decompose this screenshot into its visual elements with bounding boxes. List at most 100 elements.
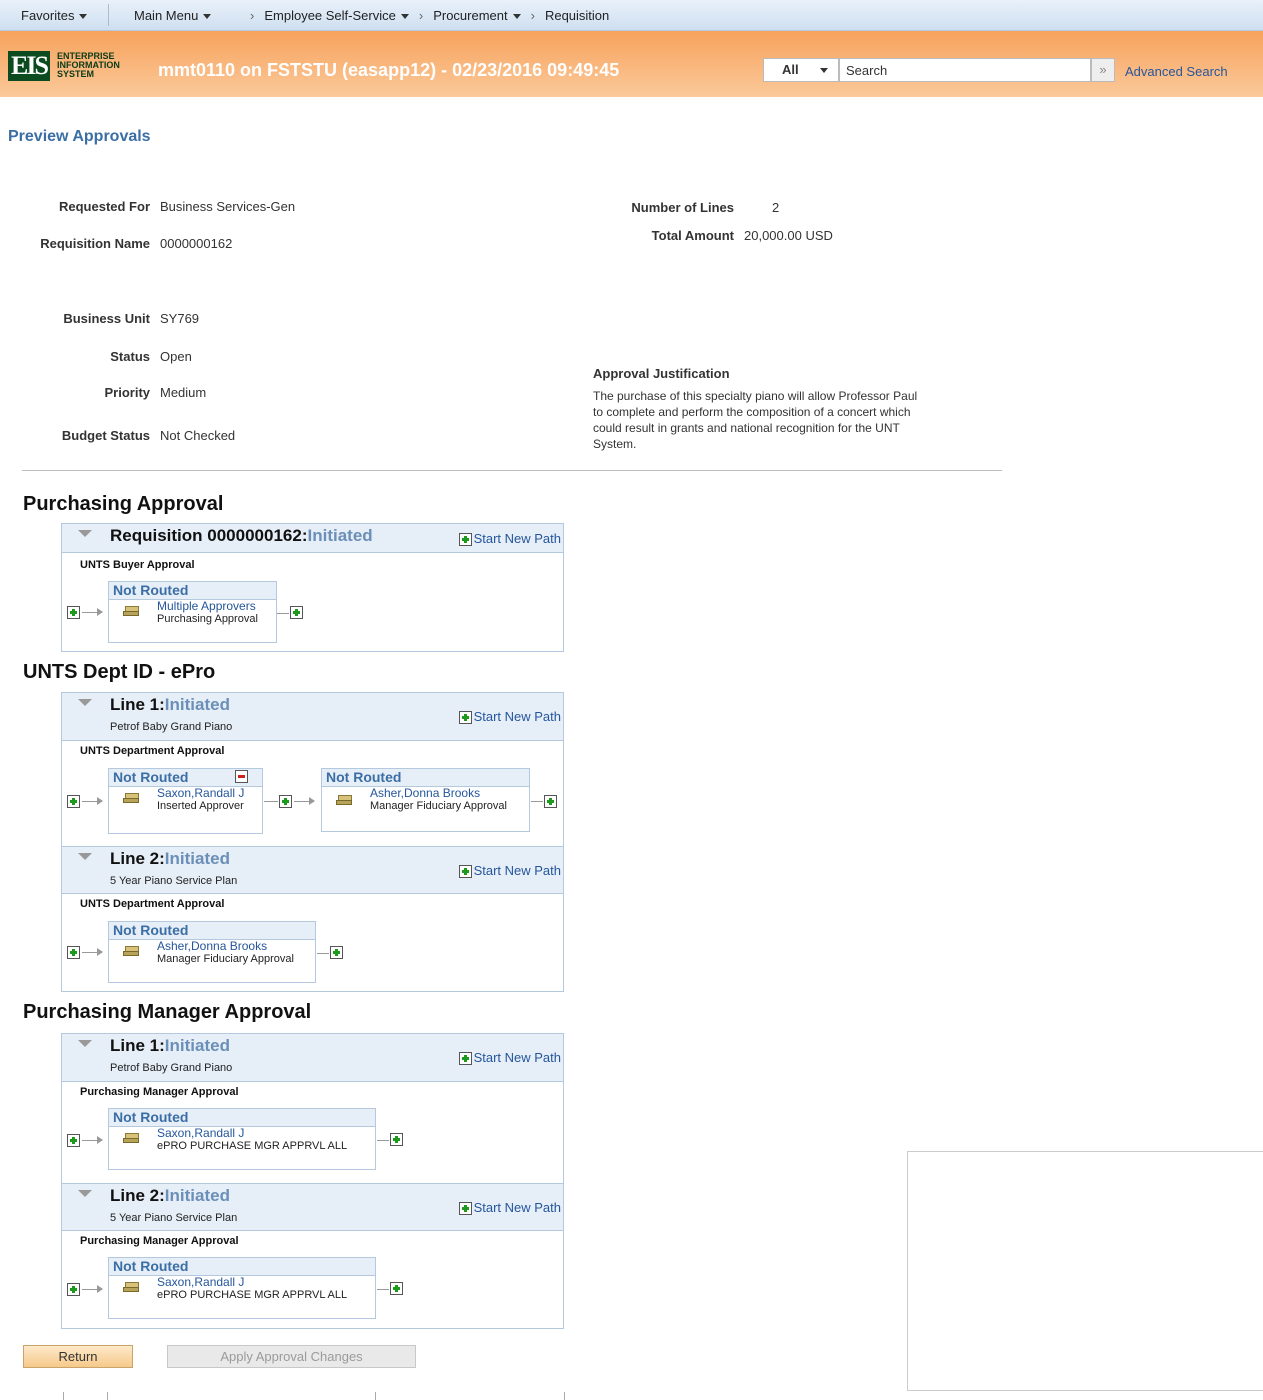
- page-title: Preview Approvals: [8, 128, 151, 145]
- line-description: Petrof Baby Grand Piano: [110, 721, 233, 733]
- arrow-right-icon: [82, 948, 103, 956]
- chevron-down-icon: [79, 14, 88, 20]
- divider: [564, 1392, 565, 1400]
- approval-title-text: Line 2:: [110, 849, 165, 868]
- budget-status-label: Budget Status: [61, 428, 150, 443]
- collapse-triangle-icon[interactable]: [78, 530, 92, 537]
- insert-approver-plus-icon[interactable]: [67, 1134, 80, 1147]
- start-new-path-label: Start New Path: [473, 531, 561, 546]
- inbox-tray-icon: [336, 795, 352, 805]
- approver-link[interactable]: Saxon,Randall J: [157, 1127, 244, 1140]
- approval-box-title: Line 2:Initiated: [110, 849, 230, 869]
- approver-link[interactable]: Asher,Donna Brooks: [370, 787, 480, 800]
- divider: [107, 1392, 108, 1400]
- line-description: 5 Year Piano Service Plan: [110, 875, 238, 887]
- main-menu-label: Main Menu: [134, 8, 199, 23]
- insert-approver-plus-icon[interactable]: [67, 795, 80, 808]
- collapse-triangle-icon[interactable]: [78, 853, 92, 860]
- chevron-down-icon: [512, 14, 521, 20]
- connector-line: [277, 613, 289, 614]
- step-state: Not Routed: [109, 922, 315, 940]
- chevron-down-icon: [203, 14, 212, 20]
- search-scope-select[interactable]: All: [763, 58, 839, 82]
- approver-role: ePRO PURCHASE MGR APPRVL ALL: [157, 1289, 348, 1301]
- stage-label: Purchasing Manager Approval: [80, 1235, 239, 1247]
- plus-icon: [458, 1202, 472, 1216]
- approval-step: Not Routed Saxon,Randall J ePRO PURCHASE…: [108, 1108, 376, 1170]
- breadcrumb-procurement[interactable]: Procurement: [433, 8, 521, 23]
- approval-status: Initiated: [164, 1186, 230, 1205]
- insert-approver-plus-icon[interactable]: [390, 1282, 403, 1295]
- total-amount-value: 20,000.00 USD: [744, 228, 833, 243]
- start-new-path-button[interactable]: Start New Path: [458, 1200, 561, 1216]
- breadcrumb-label: Employee Self-Service: [264, 8, 396, 23]
- apply-approval-changes-button[interactable]: Apply Approval Changes: [167, 1345, 416, 1368]
- approver-link[interactable]: Multiple Approvers: [157, 600, 256, 613]
- insert-approver-plus-icon[interactable]: [67, 1283, 80, 1296]
- breadcrumb-requisition[interactable]: Requisition: [545, 8, 609, 23]
- approval-box-header: Line 1:Initiated Petrof Baby Grand Piano…: [62, 693, 563, 741]
- approval-status: Initiated: [164, 1036, 230, 1055]
- chevron-down-icon: [820, 68, 828, 73]
- breadcrumb: › Employee Self-Service › Procurement › Requi…: [240, 8, 609, 23]
- connector-line: [317, 953, 329, 954]
- requested-for-value: Business Services-Gen: [160, 199, 296, 214]
- inbox-tray-icon: [123, 946, 139, 956]
- start-new-path-label: Start New Path: [473, 1050, 561, 1065]
- insert-approver-plus-icon[interactable]: [544, 795, 557, 808]
- plus-icon: [458, 1052, 472, 1066]
- search-go-button[interactable]: »: [1091, 58, 1115, 82]
- status-label: Status: [110, 349, 150, 364]
- step-state: Not Routed: [109, 1258, 375, 1276]
- collapse-triangle-icon[interactable]: [78, 699, 92, 706]
- approval-box-title: Line 1:Initiated: [110, 1036, 230, 1056]
- connector-line: [377, 1140, 389, 1141]
- step-state: Not Routed: [322, 769, 529, 787]
- approver-link[interactable]: Saxon,Randall J: [157, 1276, 244, 1289]
- start-new-path-button[interactable]: Start New Path: [458, 531, 561, 547]
- insert-approver-plus-icon[interactable]: [67, 946, 80, 959]
- insert-approver-plus-icon[interactable]: [390, 1133, 403, 1146]
- start-new-path-button[interactable]: Start New Path: [458, 709, 561, 725]
- insert-approver-plus-icon[interactable]: [330, 946, 343, 959]
- collapse-triangle-icon[interactable]: [78, 1190, 92, 1197]
- inbox-tray-icon: [123, 793, 139, 803]
- approval-title-text: Line 1:: [110, 695, 165, 714]
- business-unit-value: SY769: [160, 311, 200, 326]
- blank-panel: [907, 1151, 1263, 1391]
- logo-line: SYSTEM: [57, 69, 95, 79]
- header-title: mmt0110 on FSTSTU (easapp12) - 02/23/201…: [158, 60, 620, 80]
- approval-box-title: Requisition 0000000162:Initiated: [110, 526, 373, 546]
- arrow-right-icon: [82, 797, 103, 805]
- approver-link[interactable]: Asher,Donna Brooks: [157, 940, 267, 953]
- main-menu[interactable]: Main Menu: [134, 8, 212, 23]
- requested-for-label: Requested For: [58, 199, 150, 214]
- search-scope-value: All: [782, 62, 799, 77]
- inbox-tray-icon: [123, 606, 139, 616]
- insert-approver-plus-icon[interactable]: [279, 795, 292, 808]
- remove-approver-minus-icon[interactable]: [235, 770, 248, 783]
- divider: [63, 1392, 64, 1400]
- section-title-unts-dept-id: UNTS Dept ID - ePro: [23, 661, 216, 683]
- arrow-right-icon: [82, 608, 103, 616]
- divider: [22, 470, 1002, 471]
- plus-icon: [458, 711, 472, 725]
- approver-role: ePRO PURCHASE MGR APPRVL ALL: [157, 1140, 348, 1152]
- approver-link[interactable]: Saxon,Randall J: [157, 787, 244, 800]
- start-new-path-button[interactable]: Start New Path: [458, 863, 561, 879]
- breadcrumb-employee-self-service[interactable]: Employee Self-Service: [264, 8, 409, 23]
- connector-line: [264, 801, 278, 802]
- return-button[interactable]: Return: [23, 1345, 133, 1368]
- start-new-path-label: Start New Path: [473, 863, 561, 878]
- inbox-tray-icon: [123, 1133, 139, 1143]
- favorites-menu[interactable]: Favorites: [21, 8, 88, 23]
- collapse-triangle-icon[interactable]: [78, 1040, 92, 1047]
- approval-step: Not Routed Asher,Donna Brooks Manager Fi…: [108, 921, 316, 983]
- search-input[interactable]: [839, 58, 1091, 82]
- advanced-search-link[interactable]: Advanced Search: [1125, 64, 1228, 79]
- insert-approver-plus-icon[interactable]: [290, 606, 303, 619]
- status-value: Open: [160, 349, 192, 364]
- step-state: Not Routed: [113, 769, 189, 785]
- insert-approver-plus-icon[interactable]: [67, 606, 80, 619]
- start-new-path-button[interactable]: Start New Path: [458, 1050, 561, 1066]
